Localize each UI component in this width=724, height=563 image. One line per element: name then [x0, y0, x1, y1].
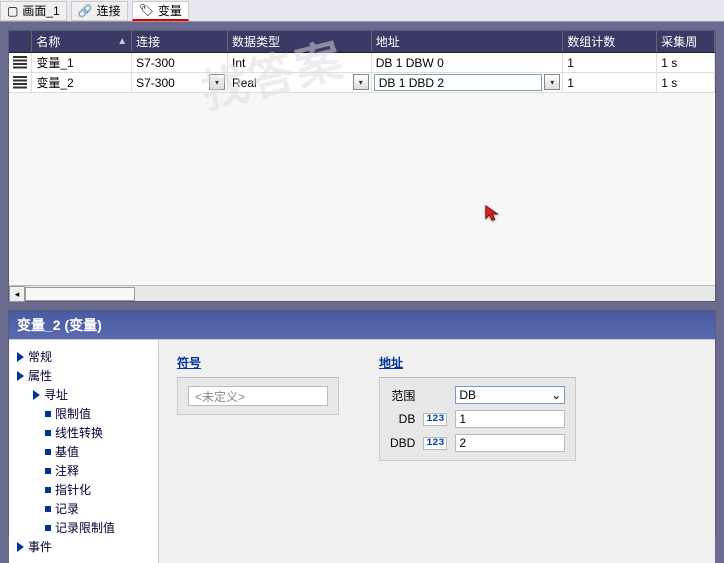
cell-connection[interactable]: S7-300 — [132, 53, 228, 72]
cell-arraycount[interactable]: 1 — [563, 73, 657, 92]
cell-address[interactable]: DB 1 DBD 2▾ — [372, 73, 563, 92]
tab-variables-label: 变量 — [158, 2, 182, 19]
cell-cycle[interactable]: 1 s — [657, 53, 715, 72]
arrow-icon — [17, 352, 24, 362]
address-group: 地址 范围 DB⌄ DB 123 DBD 123 — [379, 354, 576, 549]
db-input[interactable] — [455, 410, 565, 428]
bullet-icon — [45, 468, 51, 474]
property-panel: 变量_2 (变量) 常规 属性 寻址 限制值 线性转换 基值 注释 指针化 记录… — [8, 310, 716, 536]
arrow-icon — [17, 371, 24, 381]
screen-icon: ▢ — [7, 4, 18, 18]
link-icon: 🔗 — [78, 4, 93, 18]
cell-arraycount[interactable]: 1 — [563, 53, 657, 72]
range-select[interactable]: DB⌄ — [455, 386, 565, 404]
table-row[interactable]: 变量_1 S7-300 Int DB 1 DBW 0 1 1 s — [9, 53, 715, 73]
dbd-input[interactable] — [455, 434, 565, 452]
bullet-icon — [45, 506, 51, 512]
tree-limits[interactable]: 限制值 — [45, 405, 150, 422]
col-connection[interactable]: 连接 — [132, 31, 228, 52]
horizontal-scrollbar[interactable]: ◂ — [9, 285, 715, 301]
tag-icon: 🏷 — [139, 3, 154, 17]
tab-screen-label: 画面_1 — [22, 2, 59, 19]
chevron-down-icon: ⌄ — [551, 388, 561, 402]
bullet-icon — [45, 449, 51, 455]
tree-base[interactable]: 基值 — [45, 443, 150, 460]
cell-datatype[interactable]: Int — [228, 53, 372, 72]
range-label: 范围 — [390, 387, 415, 404]
cell-name[interactable]: 变量_2 — [32, 73, 132, 92]
symbol-label: 符号 — [177, 354, 339, 371]
arrow-icon — [33, 390, 40, 400]
sort-icon: ▲ — [117, 36, 127, 47]
tree-addressing[interactable]: 寻址 — [33, 386, 150, 403]
tab-screen[interactable]: ▢ 画面_1 — [0, 1, 67, 21]
tree-linear[interactable]: 线性转换 — [45, 424, 150, 441]
cell-cycle[interactable]: 1 s — [657, 73, 715, 92]
address-editor[interactable]: DB 1 DBD 2 — [374, 74, 542, 91]
bullet-icon — [45, 411, 51, 417]
number-icon: 123 — [423, 413, 447, 426]
tree-pointer[interactable]: 指针化 — [45, 481, 150, 498]
tree-logging[interactable]: 记录 — [45, 500, 150, 517]
table-body: 变量_1 S7-300 Int DB 1 DBW 0 1 1 s 变量_2 S7… — [9, 53, 715, 285]
bullet-icon — [45, 525, 51, 531]
col-arraycount[interactable]: 数组计数 — [563, 31, 657, 52]
col-cycle[interactable]: 采集周 — [657, 31, 715, 52]
address-label: 地址 — [379, 354, 576, 371]
row-handle-icon — [13, 76, 27, 90]
db-label: DB — [390, 412, 415, 426]
bullet-icon — [45, 430, 51, 436]
property-content: 符号 地址 范围 DB⌄ DB 123 DBD 123 — [159, 340, 715, 563]
top-toolbar: ▢ 画面_1 🔗 连接 🏷 变量 — [0, 0, 724, 22]
dropdown-icon[interactable]: ▾ — [209, 74, 225, 90]
col-handle — [9, 31, 32, 52]
row-handle-icon — [13, 56, 27, 70]
col-datatype[interactable]: 数据类型 — [228, 31, 372, 52]
symbol-input[interactable] — [188, 386, 328, 406]
arrow-icon — [17, 542, 24, 552]
dropdown-icon[interactable]: ▾ — [544, 74, 560, 90]
cell-datatype[interactable]: Real▾ — [228, 73, 372, 92]
col-address[interactable]: 地址 — [372, 31, 563, 52]
number-icon: 123 — [423, 437, 447, 450]
col-name[interactable]: 名称▲ — [32, 31, 132, 52]
cell-connection[interactable]: S7-300▾ — [132, 73, 228, 92]
variable-table: 名称▲ 连接 数据类型 地址 数组计数 采集周 变量_1 S7-300 Int … — [8, 30, 716, 302]
bullet-icon — [45, 487, 51, 493]
tree-general[interactable]: 常规 — [17, 348, 150, 365]
tab-connection-label: 连接 — [97, 2, 121, 19]
table-header: 名称▲ 连接 数据类型 地址 数组计数 采集周 — [9, 31, 715, 53]
cell-address[interactable]: DB 1 DBW 0 — [372, 53, 563, 72]
symbol-group: 符号 — [177, 354, 339, 549]
dbd-label: DBD — [390, 436, 415, 450]
cell-name[interactable]: 变量_1 — [32, 53, 132, 72]
scroll-left-button[interactable]: ◂ — [9, 286, 25, 302]
tab-variables[interactable]: 🏷 变量 — [132, 1, 189, 21]
dropdown-icon[interactable]: ▾ — [353, 74, 369, 90]
tree-properties[interactable]: 属性 — [17, 367, 150, 384]
scroll-thumb[interactable] — [25, 287, 135, 301]
tab-connection[interactable]: 🔗 连接 — [71, 1, 128, 21]
property-tree: 常规 属性 寻址 限制值 线性转换 基值 注释 指针化 记录 记录限制值 事件 — [9, 340, 159, 563]
table-row[interactable]: 变量_2 S7-300▾ Real▾ DB 1 DBD 2▾ 1 1 s — [9, 73, 715, 93]
tree-comment[interactable]: 注释 — [45, 462, 150, 479]
tree-events[interactable]: 事件 — [17, 538, 150, 555]
panel-title: 变量_2 (变量) — [9, 311, 715, 339]
tree-loglimit[interactable]: 记录限制值 — [45, 519, 150, 536]
